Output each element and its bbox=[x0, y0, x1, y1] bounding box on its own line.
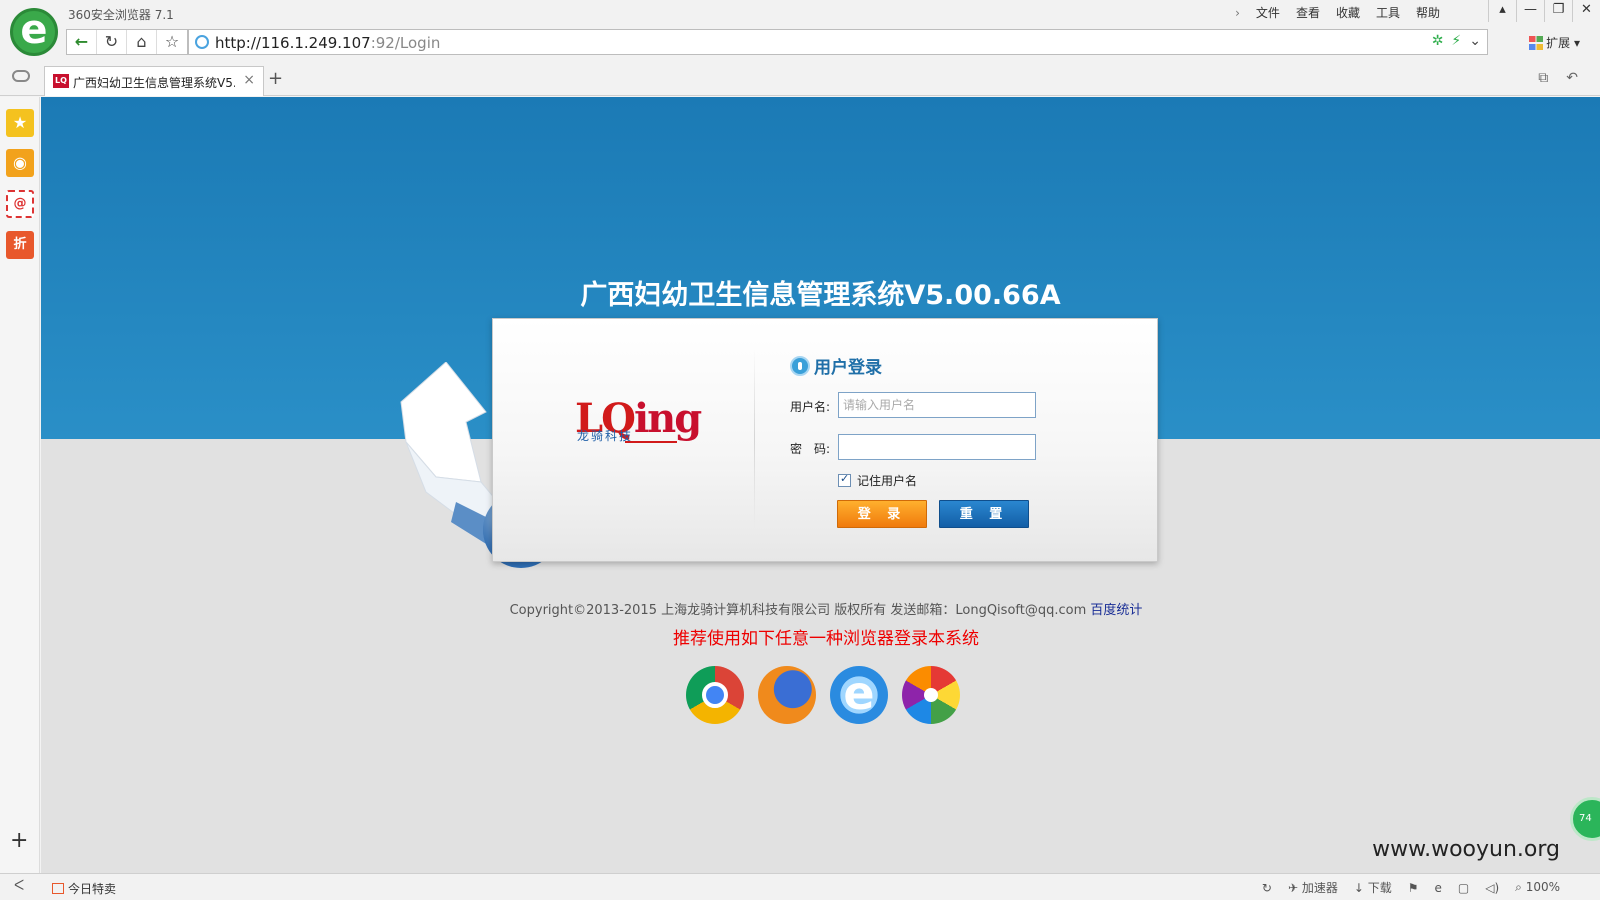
skin-icon[interactable]: ▴ bbox=[1488, 0, 1516, 22]
bookmark-star-button[interactable]: ☆ bbox=[157, 30, 187, 54]
discount-icon[interactable]: 折 bbox=[6, 231, 34, 259]
nav-buttons: ← ↻ ⌂ ☆ bbox=[66, 29, 188, 55]
url-host: http://116.1.249.107 bbox=[215, 34, 371, 52]
watermark: www.wooyun.org bbox=[1372, 837, 1560, 862]
url-text: http://116.1.249.107:92/Login bbox=[215, 34, 440, 52]
copyright-text: Copyright©2013-2015 上海龙骑计算机科技有限公司 版权所有 发… bbox=[41, 599, 1600, 618]
back-button[interactable]: ← bbox=[67, 30, 97, 54]
zoom-level: 100% bbox=[1525, 880, 1560, 894]
title-bar: 360安全浏览器 7.1 › 文件 查看 收藏 工具 帮助 ▴ — ❐ ✕ bbox=[0, 0, 1600, 26]
menu-view[interactable]: 查看 bbox=[1296, 4, 1320, 21]
password-label: 密 码: bbox=[790, 442, 831, 456]
menu-chevron-icon[interactable]: › bbox=[1235, 6, 1240, 20]
remember-checkbox[interactable] bbox=[838, 472, 851, 487]
close-window-button[interactable]: ✕ bbox=[1572, 0, 1600, 22]
sidebar-add-button[interactable]: + bbox=[10, 828, 28, 853]
baidu-stats-link[interactable]: 百度统计 bbox=[1090, 603, 1142, 618]
keyhole-icon bbox=[790, 355, 810, 376]
remember-username[interactable]: 记住用户名 bbox=[838, 472, 917, 489]
login-heading-text: 用户登录 bbox=[814, 358, 882, 378]
tab-close-icon[interactable]: × bbox=[243, 72, 255, 88]
collapse-sidebar-icon[interactable]: ᐸ bbox=[14, 878, 24, 894]
chrome-icon[interactable] bbox=[686, 666, 744, 724]
cloud-icon[interactable] bbox=[12, 70, 30, 82]
flag-icon[interactable]: ⚑ bbox=[1408, 881, 1419, 895]
sidebar: ★ ◉ @ 折 + bbox=[0, 97, 40, 873]
refresh-status-icon[interactable]: ↻ bbox=[1262, 881, 1272, 895]
menu-file[interactable]: 文件 bbox=[1256, 4, 1280, 21]
extensions-label: 扩展 bbox=[1546, 36, 1571, 50]
url-path: :92/Login bbox=[370, 34, 441, 52]
window-icon[interactable]: ▢ bbox=[1458, 881, 1469, 895]
home-button[interactable]: ⌂ bbox=[127, 30, 157, 54]
logo-underline bbox=[625, 441, 677, 443]
accelerator-label: 加速器 bbox=[1301, 881, 1338, 895]
browser-logo-icon[interactable] bbox=[10, 7, 58, 56]
new-tab-button[interactable]: + bbox=[268, 68, 283, 89]
security-shield-icon[interactable]: ✲ bbox=[1432, 33, 1444, 49]
extensions-button[interactable]: 扩展 ▾ bbox=[1529, 34, 1580, 51]
browser-recommendation: 推荐使用如下任意一种浏览器登录本系统 bbox=[673, 629, 979, 649]
today-deals-label: 今日特卖 bbox=[68, 882, 117, 896]
app-title: 360安全浏览器 7.1 bbox=[68, 8, 174, 22]
page-viewport: 广西妇幼卫生信息管理系统V5.00.66A LQing 龙骑科技 用户登录 用户… bbox=[41, 97, 1600, 873]
favorites-star-icon[interactable]: ★ bbox=[6, 109, 34, 137]
tab-tools: ⧉ ↶ bbox=[1538, 70, 1578, 86]
menu-favorites[interactable]: 收藏 bbox=[1336, 4, 1360, 21]
minimize-button[interactable]: — bbox=[1516, 0, 1544, 22]
globe-icon bbox=[195, 35, 209, 49]
login-button[interactable]: 登 录 bbox=[837, 500, 927, 528]
username-label: 用户名: bbox=[790, 400, 831, 414]
tab-favicon: LQ bbox=[53, 74, 69, 88]
accelerator-button[interactable]: ✈ 加速器 bbox=[1288, 879, 1338, 896]
speed-ball[interactable]: 74 bbox=[1570, 797, 1600, 841]
url-field[interactable]: http://116.1.249.107:92/Login ✲ ⚡ ⌄ bbox=[188, 29, 1488, 55]
copyright-line: Copyright©2013-2015 上海龙骑计算机科技有限公司 版权所有 发… bbox=[509, 603, 1091, 618]
today-deals[interactable]: 今日特卖 bbox=[52, 880, 116, 897]
download-button[interactable]: ↓ 下载 bbox=[1354, 879, 1392, 896]
logo-ing: ing bbox=[633, 395, 702, 442]
password-input[interactable] bbox=[838, 434, 1036, 460]
login-heading: 用户登录 bbox=[790, 353, 882, 378]
window-controls: ▴ — ❐ ✕ bbox=[1488, 0, 1600, 22]
login-panel: LQing 龙骑科技 用户登录 用户名: 密 码: 记住用户名 登 录 重 置 bbox=[492, 318, 1158, 562]
username-input[interactable] bbox=[838, 392, 1036, 418]
speed-mode-icon[interactable]: ⚡ bbox=[1451, 33, 1461, 49]
ie-icon[interactable] bbox=[830, 666, 888, 724]
zoom-control[interactable]: ⌕ 100% bbox=[1515, 880, 1560, 895]
download-label: 下载 bbox=[1367, 881, 1392, 895]
undo-close-icon[interactable]: ↶ bbox=[1566, 70, 1578, 86]
tab-title: 广西妇幼卫生信息管理系统V5.( bbox=[73, 76, 235, 90]
panel-divider bbox=[754, 349, 755, 529]
status-tools: ↻ ✈ 加速器 ↓ 下载 ⚑ e ▢ ◁) ⌕ 100% bbox=[1262, 879, 1560, 896]
url-icons: ✲ ⚡ ⌄ bbox=[1432, 33, 1481, 49]
sound-icon[interactable]: ◁) bbox=[1485, 881, 1499, 895]
system-title: 广西妇幼卫生信息管理系统V5.00.66A bbox=[580, 280, 1061, 311]
tab-list-icon[interactable]: ⧉ bbox=[1538, 70, 1548, 86]
address-bar: ← ↻ ⌂ ☆ http://116.1.249.107:92/Login ✲ … bbox=[0, 26, 1600, 60]
gift-icon bbox=[52, 883, 64, 894]
status-bar: ᐸ 今日特卖 ↻ ✈ 加速器 ↓ 下载 ⚑ e ▢ ◁) ⌕ 100% bbox=[0, 873, 1600, 900]
firefox-icon[interactable] bbox=[758, 666, 816, 724]
apps-grid-icon bbox=[1529, 36, 1544, 50]
tab-bar: LQ 广西妇幼卫生信息管理系统V5.( × + ⧉ ↶ bbox=[0, 60, 1600, 96]
browser-list bbox=[686, 666, 960, 724]
menu-tools[interactable]: 工具 bbox=[1376, 4, 1400, 21]
refresh-button[interactable]: ↻ bbox=[97, 30, 127, 54]
menu-help[interactable]: 帮助 bbox=[1416, 4, 1440, 21]
weibo-icon[interactable]: ◉ bbox=[6, 149, 34, 177]
menu-bar: › 文件 查看 收藏 工具 帮助 bbox=[1235, 4, 1440, 21]
ie-mode-icon[interactable]: e bbox=[1434, 881, 1441, 895]
remember-label: 记住用户名 bbox=[857, 474, 918, 488]
restore-button[interactable]: ❐ bbox=[1544, 0, 1572, 22]
url-dropdown-icon[interactable]: ⌄ bbox=[1469, 33, 1481, 49]
360-browser-icon[interactable] bbox=[902, 666, 960, 724]
mail-icon[interactable]: @ bbox=[6, 190, 34, 218]
reset-button[interactable]: 重 置 bbox=[939, 500, 1029, 528]
tab-active[interactable]: LQ 广西妇幼卫生信息管理系统V5.( × bbox=[44, 66, 264, 96]
